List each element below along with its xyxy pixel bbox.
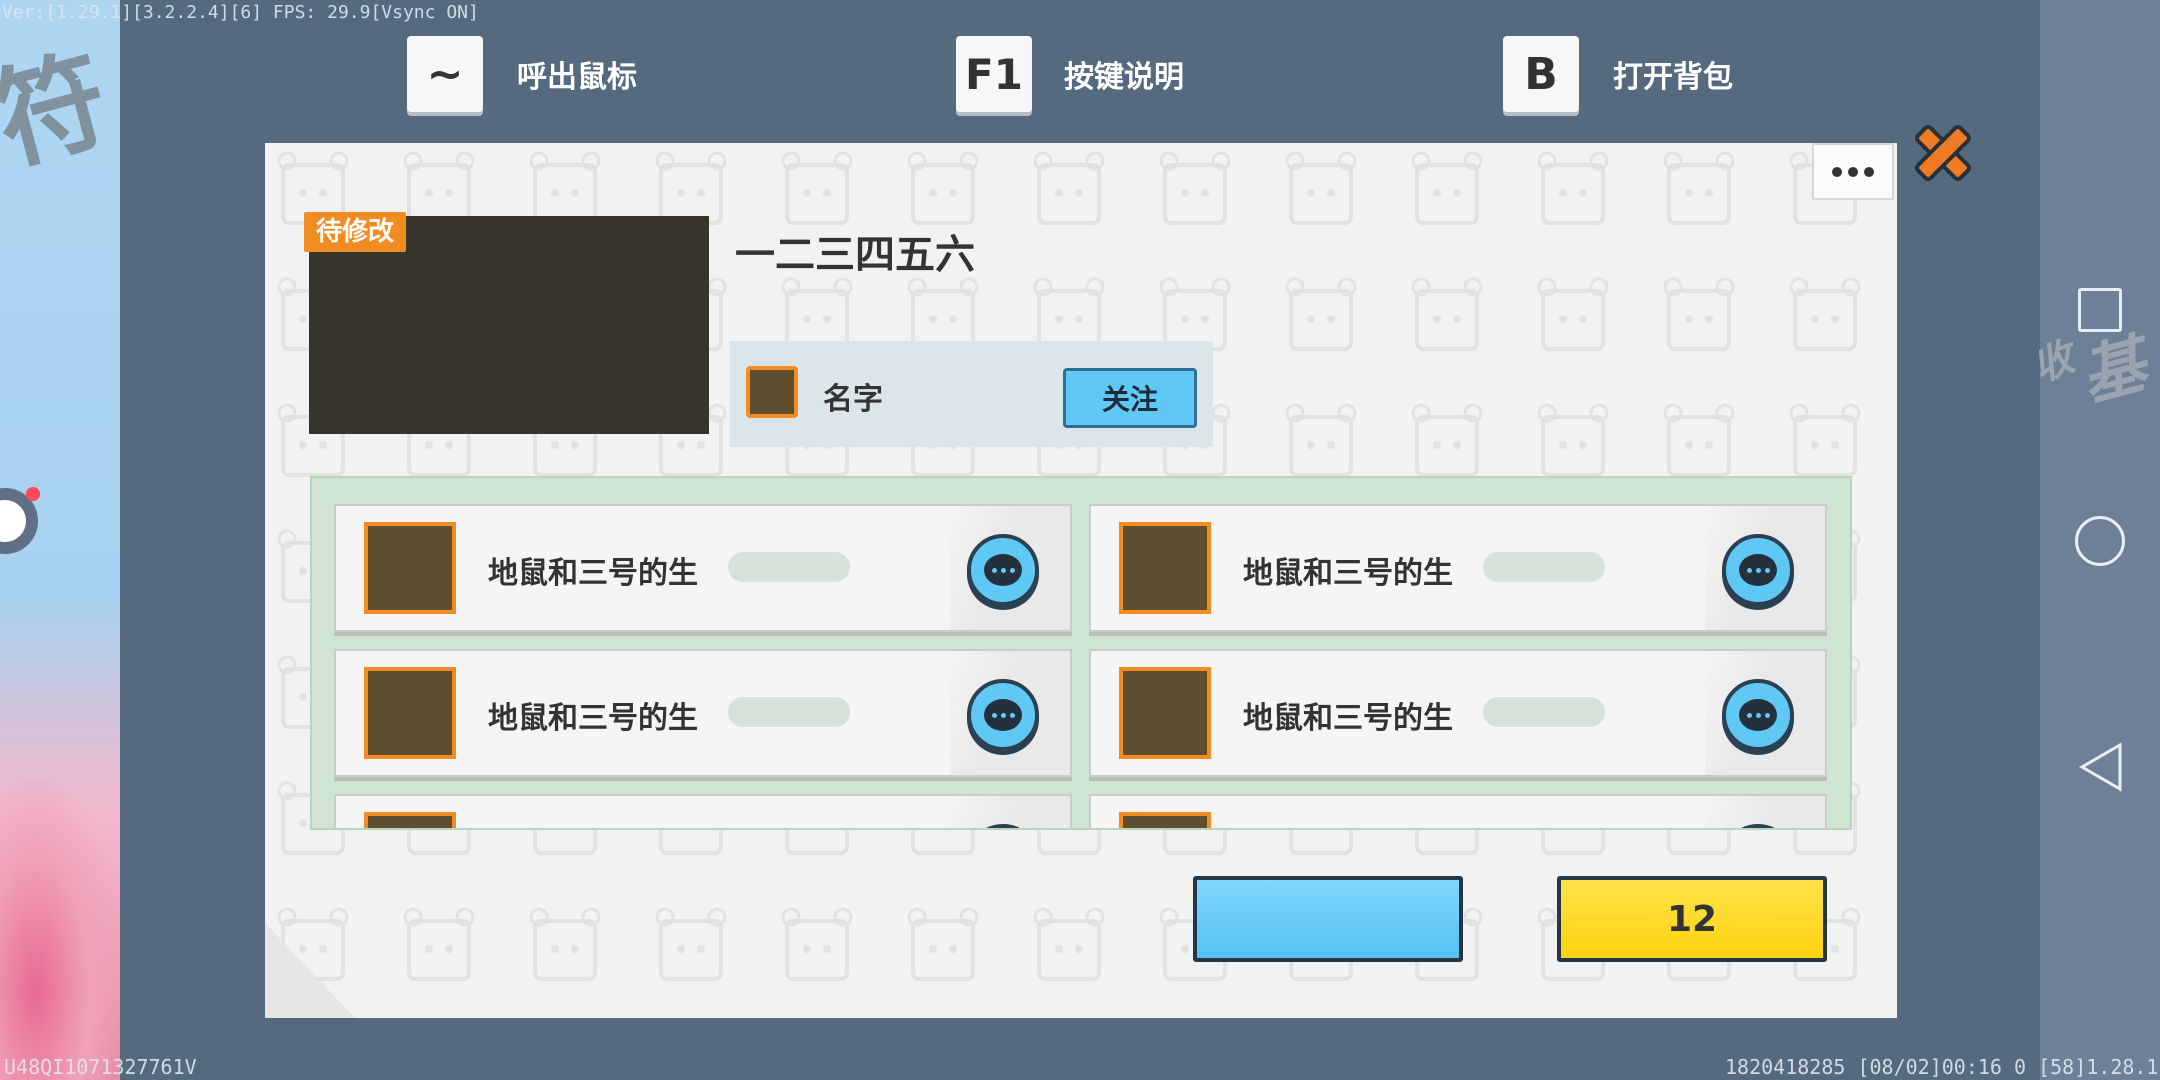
primary-button[interactable] <box>1193 876 1463 962</box>
item-progress-bar <box>728 552 850 582</box>
debug-info-bottom-right: 1820418285 [08/02]00:16 0 [58]1.28.1 <box>1725 1055 2159 1079</box>
key-hint-label: 打开背包 <box>1613 60 1733 95</box>
notification-dot <box>26 487 40 501</box>
yellow-action-button[interactable]: 12 <box>1557 876 1827 962</box>
item-avatar <box>364 522 456 614</box>
tilde-key-icon: ~ <box>407 36 483 112</box>
scene-decoration: 符 <box>0 34 120 187</box>
chat-icon[interactable] <box>1722 679 1794 751</box>
circle-nav-icon[interactable] <box>2075 516 2125 566</box>
chat-icon[interactable] <box>967 679 1039 751</box>
avatar[interactable] <box>746 366 798 418</box>
list-item[interactable]: 地鼠和三号的生 <box>334 649 1072 777</box>
item-progress-bar <box>728 697 850 727</box>
key-hint-label: 呼出鼠标 <box>517 60 637 95</box>
item-avatar <box>1119 812 1211 828</box>
list-item[interactable]: 地鼠和三号的生 <box>1089 649 1827 777</box>
list-item[interactable]: 地鼠和三号的生 <box>1089 504 1827 632</box>
item-progress-bar <box>1483 552 1605 582</box>
close-icon[interactable] <box>1910 120 1976 186</box>
list-item[interactable] <box>1089 794 1827 828</box>
follow-button[interactable]: 关注 <box>1063 368 1197 428</box>
item-name: 地鼠和三号的生 <box>1243 556 1453 591</box>
more-icon[interactable] <box>1812 143 1894 200</box>
item-name: 地鼠和三号的生 <box>488 701 698 736</box>
chat-icon[interactable] <box>967 534 1039 606</box>
debug-info-top: Ver:[1.29.1][3.2.2.4][6] FPS: 29.9[Vsync… <box>2 2 479 23</box>
list-item[interactable]: 地鼠和三号的生 <box>334 504 1072 632</box>
key-hint-label: 按键说明 <box>1064 60 1184 95</box>
author-name: 名字 <box>823 382 883 417</box>
item-progress-bar <box>1483 697 1605 727</box>
item-name: 地鼠和三号的生 <box>1243 701 1453 736</box>
b-key-icon: B <box>1503 36 1579 112</box>
comment-list[interactable]: 地鼠和三号的生 地鼠和三号的生 地鼠和三号的生 地鼠和三号的生 <box>310 476 1852 830</box>
status-badge: 待修改 <box>304 212 407 252</box>
list-item[interactable] <box>334 794 1072 828</box>
f1-key-icon: F1 <box>956 36 1032 112</box>
item-avatar <box>1119 522 1211 614</box>
scene-decoration <box>0 780 120 1080</box>
item-name: 地鼠和三号的生 <box>488 556 698 591</box>
debug-info-bottom-left: U48QI1071327761V <box>4 1055 197 1079</box>
back-nav-icon[interactable] <box>2078 742 2124 792</box>
chat-icon[interactable] <box>1722 534 1794 606</box>
item-avatar <box>364 812 456 828</box>
item-avatar <box>364 667 456 759</box>
map-title: 一二三四五六 <box>735 232 975 278</box>
item-avatar <box>1119 667 1211 759</box>
square-nav-icon[interactable] <box>2078 288 2122 332</box>
